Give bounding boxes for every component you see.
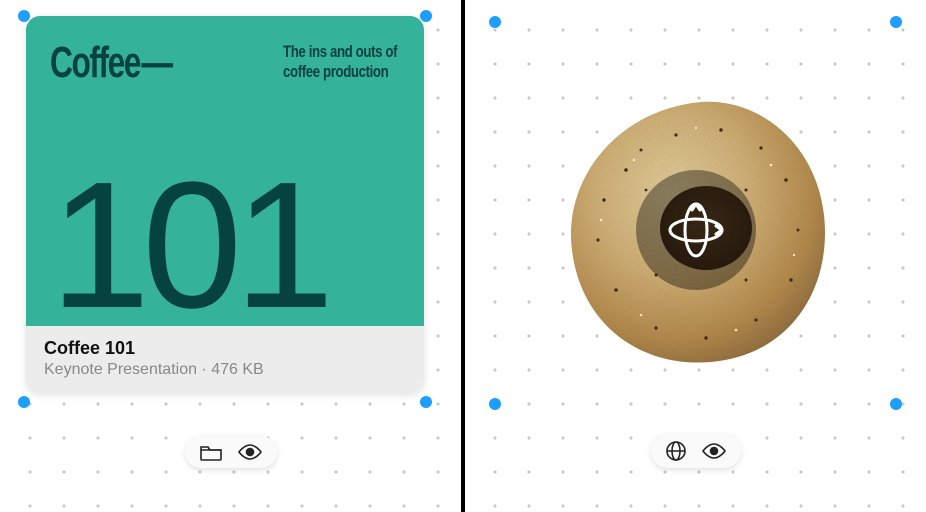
folder-icon[interactable] (199, 442, 223, 462)
selection-handle[interactable] (420, 396, 432, 408)
slide-number: 101 (50, 156, 326, 336)
selection-handle[interactable] (420, 10, 432, 22)
slide-title: Coffee — (50, 38, 172, 88)
bagel-3d-object[interactable] (546, 80, 846, 380)
toolbar-pill (651, 434, 741, 468)
rotate-3d-overlay[interactable] (636, 170, 756, 290)
toolbar-pill (185, 436, 277, 468)
selection-handle[interactable] (890, 398, 902, 410)
selection-handle[interactable] (489, 16, 501, 28)
slide-tagline: The ins and outs of coffee production (283, 42, 400, 83)
globe-icon[interactable] (665, 440, 687, 462)
right-canvas[interactable] (463, 0, 926, 512)
file-preview-card[interactable]: Coffee — The ins and outs of coffee prod… (26, 16, 424, 393)
selection-handle[interactable] (489, 398, 501, 410)
eye-icon[interactable] (701, 441, 727, 461)
left-canvas[interactable]: Coffee — The ins and outs of coffee prod… (0, 0, 463, 512)
slide-thumbnail: Coffee — The ins and outs of coffee prod… (26, 16, 424, 326)
file-meta: Keynote Presentation · 476 KB (44, 361, 406, 379)
selection-handle[interactable] (18, 10, 30, 22)
selection-handle[interactable] (18, 396, 30, 408)
eye-icon[interactable] (237, 442, 263, 462)
selection-handle[interactable] (890, 16, 902, 28)
rotate-3d-icon (660, 194, 732, 266)
